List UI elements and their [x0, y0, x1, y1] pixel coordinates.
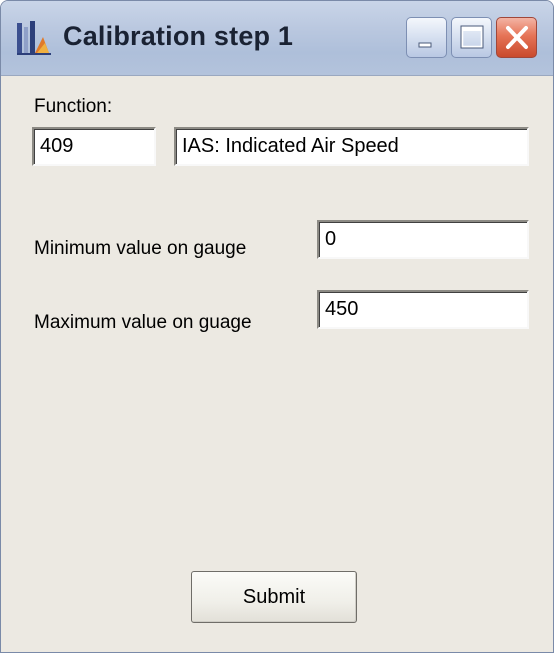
calibration-window: Calibration step 1 Function: Minimum val…: [0, 0, 554, 653]
minimize-button[interactable]: [406, 17, 447, 58]
window-title: Calibration step 1: [63, 21, 294, 51]
minimize-icon: [418, 42, 432, 48]
function-name-field[interactable]: [174, 127, 529, 166]
function-label: Function:: [34, 96, 113, 117]
close-button[interactable]: [496, 17, 537, 58]
maximize-icon: [460, 25, 484, 49]
maximum-value-label: Maximum value on guage: [34, 312, 252, 333]
maximize-button[interactable]: [451, 17, 492, 58]
gauge-app-icon[interactable]: [15, 19, 53, 57]
close-icon: [506, 26, 528, 49]
title-bar[interactable]: Calibration step 1: [1, 1, 553, 76]
submit-button[interactable]: Submit: [191, 571, 357, 623]
function-code-field[interactable]: [32, 127, 156, 166]
dialog-body: Function: Minimum value on gauge Maximum…: [1, 76, 553, 652]
minimum-value-field[interactable]: [317, 220, 529, 259]
minimum-value-label: Minimum value on gauge: [34, 238, 247, 259]
maximum-value-field[interactable]: [317, 290, 529, 329]
